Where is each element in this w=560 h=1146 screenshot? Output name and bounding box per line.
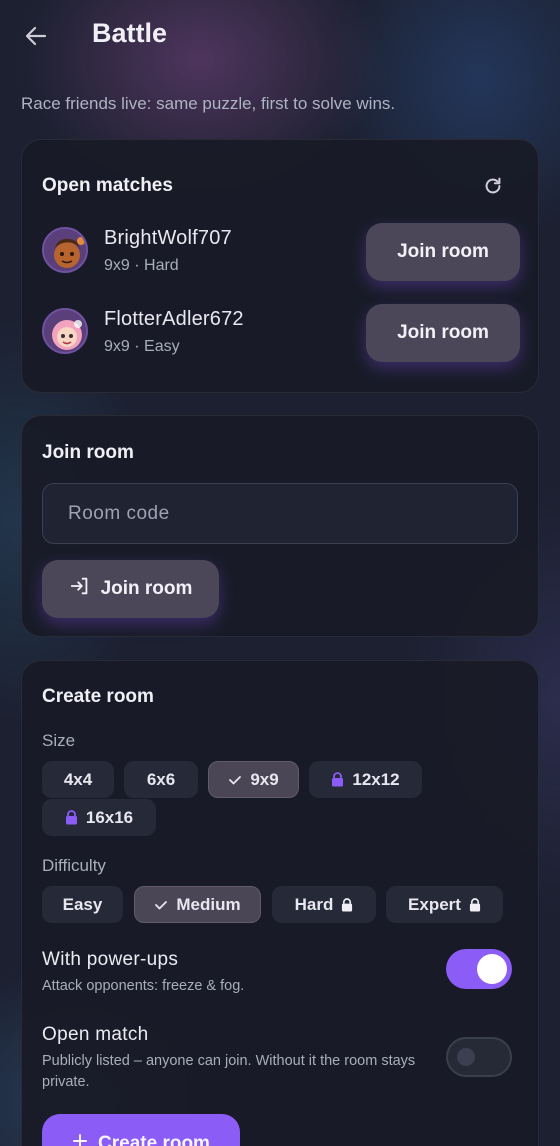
check-icon: [154, 898, 168, 912]
match-player-name: BrightWolf707: [104, 227, 232, 249]
join-room-submit-button[interactable]: Join room: [42, 560, 219, 618]
page-title: Battle: [92, 18, 168, 48]
match-player-name: FlotterAdler672: [104, 308, 244, 330]
open-match-toggle[interactable]: [446, 1037, 512, 1077]
open-matches-title: Open matches: [42, 175, 173, 196]
size-chip-16x16[interactable]: 16x16: [42, 799, 156, 836]
difficulty-chip-expert[interactable]: Expert: [386, 886, 503, 923]
chip-label: Easy: [62, 894, 103, 914]
chip-label: Expert: [408, 894, 461, 914]
create-room-label: Create room: [98, 1133, 210, 1146]
toggle-knob: [457, 1048, 475, 1066]
plus-icon: [72, 1133, 88, 1146]
chip-label: 9x9: [250, 769, 279, 789]
room-code-input[interactable]: [42, 483, 518, 544]
join-room-button[interactable]: Join room: [366, 223, 520, 281]
join-room-submit-label: Join room: [100, 578, 193, 599]
join-room-button[interactable]: Join room: [366, 304, 520, 362]
create-room-button[interactable]: Create room: [42, 1114, 240, 1146]
avatar: [42, 227, 88, 273]
lock-icon: [331, 772, 344, 787]
powerups-title: With power-ups: [42, 949, 179, 970]
chip-label: Medium: [176, 894, 241, 914]
avatar: [42, 308, 88, 354]
chip-label: 12x12: [352, 769, 400, 789]
chip-label: 6x6: [146, 769, 176, 789]
match-meta: 9x9 · Easy: [104, 338, 180, 355]
chip-label: 4x4: [63, 769, 93, 789]
create-room-card: Create room Size 4x4 6x6 9x9 12x12 16x16…: [21, 660, 539, 1146]
join-room-title: Join room: [42, 442, 134, 463]
chip-label: 16x16: [85, 807, 134, 827]
difficulty-chip-easy[interactable]: Easy: [42, 886, 123, 923]
lock-icon: [341, 897, 353, 912]
lock-icon: [65, 810, 78, 825]
back-arrow-icon[interactable]: [22, 22, 50, 50]
powerups-description: Attack opponents: freeze & fog.: [42, 978, 245, 994]
page-subtitle: Race friends live: same puzzle, first to…: [21, 94, 396, 113]
chip-label: Hard: [294, 894, 334, 914]
match-meta: 9x9 · Hard: [104, 257, 179, 274]
size-chip-6x6[interactable]: 6x6: [124, 761, 198, 798]
size-chip-4x4[interactable]: 4x4: [42, 761, 114, 798]
size-label: Size: [42, 731, 76, 750]
difficulty-label: Difficulty: [42, 856, 106, 875]
join-room-card: Join room Join room: [21, 415, 539, 637]
size-chip-9x9[interactable]: 9x9: [208, 761, 299, 798]
login-icon: [69, 575, 91, 603]
check-icon: [228, 773, 242, 787]
create-room-title: Create room: [42, 686, 154, 707]
toggle-knob: [477, 954, 507, 984]
open-match-title: Open match: [42, 1024, 149, 1045]
lock-icon: [469, 897, 481, 912]
refresh-icon[interactable]: [482, 175, 504, 197]
open-matches-card: Open matches BrightWolf707 9x9 · Hard Jo…: [21, 139, 539, 393]
match-item: BrightWolf707 9x9 · Hard Join room: [42, 223, 520, 285]
open-match-description: Publicly listed – anyone can join. Witho…: [42, 1053, 416, 1090]
difficulty-chip-medium[interactable]: Medium: [134, 886, 261, 923]
match-item: FlotterAdler672 9x9 · Easy Join room: [42, 304, 520, 366]
difficulty-chip-hard[interactable]: Hard: [272, 886, 376, 923]
size-chip-12x12[interactable]: 12x12: [309, 761, 422, 798]
app-bar: Battle: [0, 0, 560, 70]
powerups-toggle[interactable]: [446, 949, 512, 989]
